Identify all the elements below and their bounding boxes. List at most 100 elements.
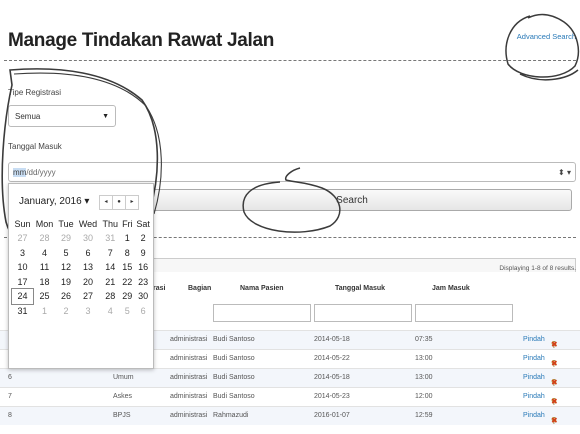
date-rest-segment[interactable]: /dd/yyyy	[26, 168, 55, 177]
calendar-day[interactable]: 8	[120, 246, 134, 261]
chevron-down-icon: ▼	[102, 113, 109, 120]
cell-bagian: administrasi	[170, 336, 208, 343]
weekday-header: Fri	[122, 219, 133, 229]
delete-icon[interactable]: ✖	[551, 397, 558, 406]
calendar-day[interactable]: 19	[56, 275, 76, 290]
calendar-day[interactable]: 16	[134, 260, 152, 275]
tanggal-masuk-input[interactable]: mm/dd/yyyy ⬍ ▾	[8, 162, 576, 182]
calendar-day[interactable]: 25	[33, 289, 56, 304]
weekday-header: Thu	[102, 219, 118, 229]
calendar-day[interactable]: 30	[76, 231, 100, 246]
calendar-day[interactable]: 3	[12, 246, 33, 261]
calendar-day[interactable]: 28	[33, 231, 56, 246]
cell-tanggal: 2014-05-18	[314, 336, 350, 343]
datepicker-popup: January, 2016 ▾ ◂ ● ▸ Sun Mon Tue Wed Thu Fri…	[8, 183, 154, 369]
calendar-day[interactable]: 6	[134, 304, 152, 319]
filter-tanggal-masuk[interactable]	[314, 304, 412, 322]
delete-icon[interactable]: ✖	[551, 378, 558, 387]
calendar-day[interactable]: 30	[134, 289, 152, 304]
search-button[interactable]: Search	[132, 189, 572, 211]
calendar-day[interactable]: 29	[56, 231, 76, 246]
advanced-search-link[interactable]: Advanced Search	[517, 32, 576, 41]
pindah-link[interactable]: Pindah	[523, 393, 545, 400]
chevron-down-icon: ▾	[84, 196, 90, 207]
cell-tanggal: 2014-05-22	[314, 355, 350, 362]
delete-icon[interactable]: ✖	[551, 340, 558, 349]
pindah-link[interactable]: Pindah	[523, 374, 545, 381]
calendar-day[interactable]: 31	[12, 304, 33, 319]
month-label: January, 2016	[19, 196, 82, 207]
table-row: 7 Askes administrasi Budi Santoso 2014-0…	[0, 387, 580, 406]
col-header-nama-pasien[interactable]: Nama Pasien	[240, 285, 284, 292]
filter-nama-pasien[interactable]	[213, 304, 311, 322]
cell-bagian: administrasi	[170, 355, 208, 362]
calendar-day[interactable]: 1	[120, 231, 134, 246]
tipe-registrasi-value: Semua	[15, 112, 41, 121]
cell-jam: 12:59	[415, 412, 433, 419]
calendar-day[interactable]: 4	[33, 246, 56, 261]
delete-icon[interactable]: ✖	[551, 416, 558, 425]
calendar-day[interactable]: 28	[100, 289, 120, 304]
cell-nama: Budi Santoso	[213, 393, 255, 400]
col-header-tipe[interactable]: rasi	[153, 285, 165, 292]
calendar-day[interactable]: 24	[10, 288, 35, 305]
calendar-day[interactable]: 29	[120, 289, 134, 304]
cell-bagian: administrasi	[170, 374, 208, 381]
calendar-day[interactable]: 31	[100, 231, 120, 246]
calendar-day[interactable]: 27	[12, 231, 33, 246]
calendar-day[interactable]: 22	[120, 275, 134, 290]
cell-no: 6	[8, 374, 12, 381]
calendar-day[interactable]: 2	[56, 304, 76, 319]
calendar-day[interactable]: 1	[33, 304, 56, 319]
date-month-segment[interactable]: mm	[13, 168, 27, 177]
spinner-dropdown-icon[interactable]: ⬍ ▾	[558, 163, 571, 183]
calendar-day[interactable]: 27	[76, 289, 100, 304]
calendar-day[interactable]: 13	[76, 260, 100, 275]
calendar-day[interactable]: 21	[100, 275, 120, 290]
cell-nama: Budi Santoso	[213, 336, 255, 343]
col-header-bagian[interactable]: Bagian	[188, 285, 211, 292]
cell-tipe: Umum	[113, 374, 134, 381]
cell-no: 7	[8, 393, 12, 400]
delete-icon[interactable]: ✖	[551, 359, 558, 368]
weekday-header: Sat	[136, 219, 150, 229]
calendar-day[interactable]: 10	[12, 260, 33, 275]
tipe-registrasi-select[interactable]: Semua ▼	[8, 105, 116, 127]
weekday-header: Tue	[58, 219, 74, 229]
calendar-day[interactable]: 15	[120, 260, 134, 275]
calendar-day[interactable]: 2	[134, 231, 152, 246]
cell-nama: Rahmazudi	[213, 412, 249, 419]
calendar-day[interactable]: 20	[76, 275, 100, 290]
today-button[interactable]: ●	[112, 195, 126, 210]
month-select[interactable]: January, 2016 ▾	[19, 196, 89, 207]
col-header-jam-masuk[interactable]: Jam Masuk	[432, 285, 470, 292]
calendar-day[interactable]: 14	[100, 260, 120, 275]
table-row: 6 Umum administrasi Budi Santoso 2014-05…	[0, 368, 580, 387]
calendar-day[interactable]: 4	[100, 304, 120, 319]
table-row: 8 BPJS administrasi Rahmazudi 2016-01-07…	[0, 406, 580, 425]
calendar-day[interactable]: 3	[76, 304, 100, 319]
cell-tanggal: 2016-01-07	[314, 412, 350, 419]
calendar-day[interactable]: 5	[56, 246, 76, 261]
pindah-link[interactable]: Pindah	[523, 336, 545, 343]
divider	[4, 60, 576, 61]
calendar-day[interactable]: 6	[76, 246, 100, 261]
calendar-day[interactable]: 18	[33, 275, 56, 290]
cell-no: 8	[8, 412, 12, 419]
col-header-tanggal-masuk[interactable]: Tanggal Masuk	[335, 285, 385, 292]
calendar-day[interactable]: 11	[33, 260, 56, 275]
pindah-link[interactable]: Pindah	[523, 355, 545, 362]
calendar-day[interactable]: 5	[120, 304, 134, 319]
pindah-link[interactable]: Pindah	[523, 412, 545, 419]
next-month-button[interactable]: ▸	[125, 195, 139, 210]
calendar-day[interactable]: 7	[100, 246, 120, 261]
cell-nama: Budi Santoso	[213, 374, 255, 381]
prev-month-button[interactable]: ◂	[99, 195, 113, 210]
calendar-day[interactable]: 9	[134, 246, 152, 261]
cell-jam: 13:00	[415, 355, 433, 362]
filter-jam-masuk[interactable]	[415, 304, 513, 322]
calendar-day[interactable]: 12	[56, 260, 76, 275]
calendar-day[interactable]: 26	[56, 289, 76, 304]
calendar-day[interactable]: 23	[134, 275, 152, 290]
calendar-day[interactable]: 17	[12, 275, 33, 290]
